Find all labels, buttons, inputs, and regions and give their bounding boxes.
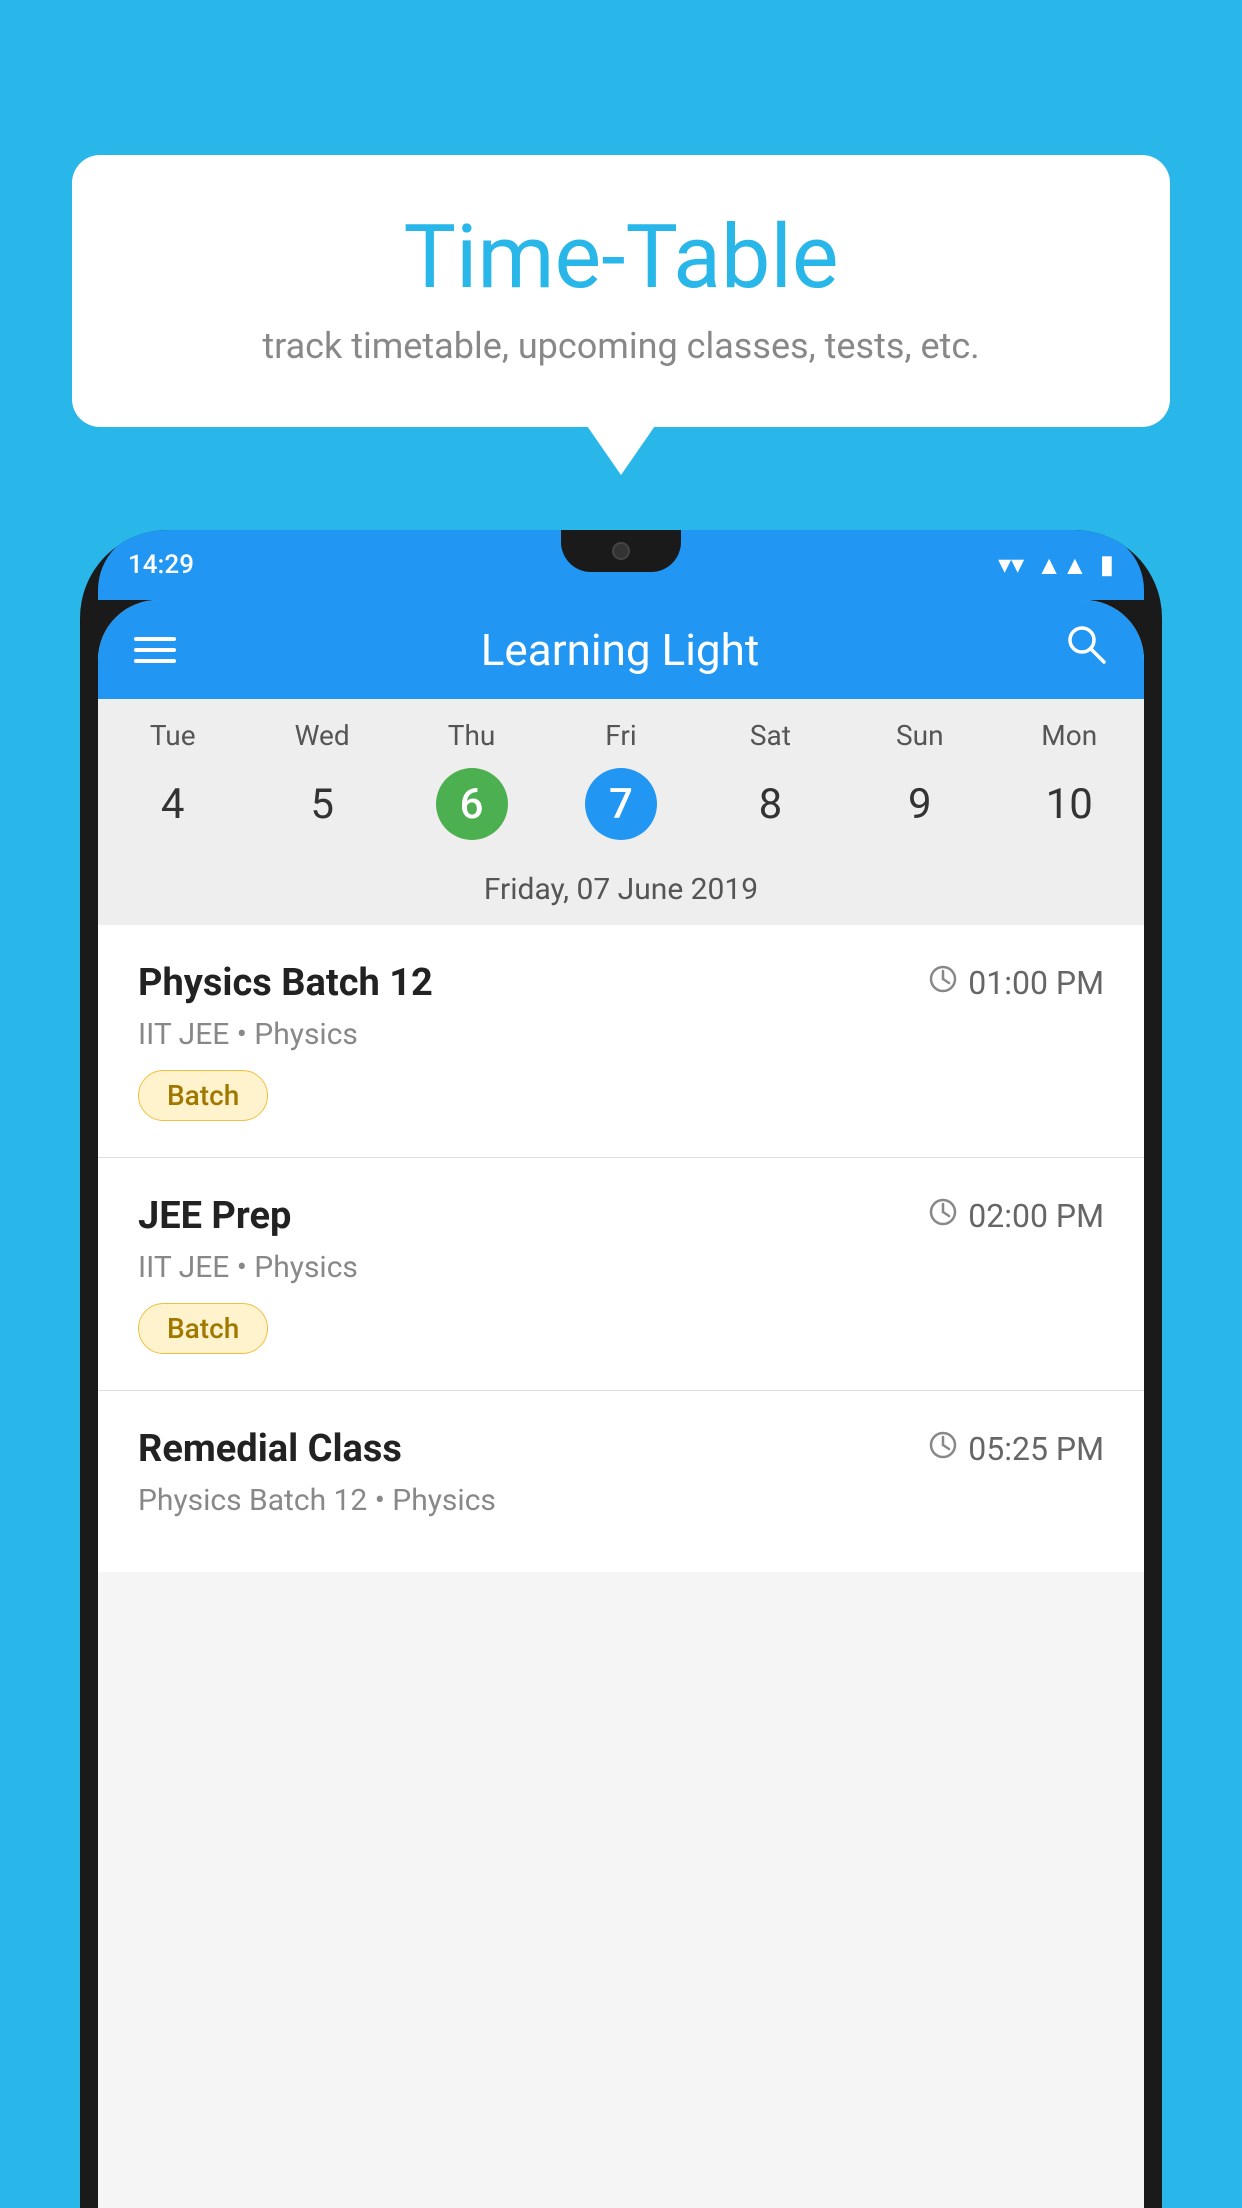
day-header-fri: Fri [546,719,695,752]
class-item-3-subtitle: Physics Batch 12 • Physics [138,1483,1104,1518]
status-icons: ▾▾ ▲▲ ▮ [998,550,1114,581]
class-item-2-time: 02:00 PM [928,1197,1104,1235]
clock-icon-3 [928,1430,958,1468]
class-item-1-time: 01:00 PM [928,964,1104,1002]
day-header-sun: Sun [845,719,994,752]
class-item-3-title: Remedial Class [138,1427,402,1471]
day-header-thu: Thu [397,719,546,752]
app-header: Learning Light [98,600,1144,699]
day-6-today-circle: 6 [436,768,508,840]
day-4[interactable]: 4 [98,768,247,840]
day-7[interactable]: 7 [546,768,695,840]
speech-bubble: Time-Table track timetable, upcoming cla… [72,155,1170,427]
day-header-row: Tue Wed Thu Fri Sat Sun Mon [98,699,1144,760]
class-item-2-title: JEE Prep [138,1194,291,1238]
day-8[interactable]: 8 [696,768,845,840]
class-item-1-title: Physics Batch 12 [138,961,433,1005]
day-header-sat: Sat [696,719,845,752]
class-item-3-time-text: 05:25 PM [968,1430,1104,1468]
class-item-1-time-text: 01:00 PM [968,964,1104,1002]
class-item-1-header: Physics Batch 12 01:00 PM [138,961,1104,1005]
day-header-wed: Wed [247,719,396,752]
calendar-section: Tue Wed Thu Fri Sat Sun Mon 4 5 6 7 8 9 [98,699,1144,925]
search-button[interactable] [1064,622,1108,677]
class-item-2-header: JEE Prep 02:00 PM [138,1194,1104,1238]
day-5[interactable]: 5 [247,768,396,840]
class-item-3-header: Remedial Class 05:25 PM [138,1427,1104,1471]
class-item-2-batch-tag: Batch [138,1303,268,1354]
clock-icon-1 [928,964,958,1002]
day-6[interactable]: 6 [397,768,546,840]
phone-frame: 14:29 ▾▾ ▲▲ ▮ Learning Light [80,530,1162,2208]
signal-icon: ▲▲ [1036,550,1087,581]
class-list: Physics Batch 12 01:00 PM IIT JEE • Phys… [98,925,1144,1572]
clock-icon-2 [928,1197,958,1235]
day-header-tue: Tue [98,719,247,752]
battery-icon: ▮ [1100,550,1114,580]
status-time: 14:29 [128,550,194,580]
app-title: Learning Light [481,624,760,676]
phone-screen: Learning Light Tue Wed Thu Fri Sat Sun M… [98,600,1144,2208]
class-item-2[interactable]: JEE Prep 02:00 PM IIT JEE • Physics [98,1158,1144,1391]
day-7-selected-circle: 7 [585,768,657,840]
day-number-row: 4 5 6 7 8 9 10 [98,760,1144,860]
class-item-2-time-text: 02:00 PM [968,1197,1104,1235]
hamburger-menu-button[interactable] [134,637,176,663]
camera-dot [612,542,630,560]
class-item-3-time: 05:25 PM [928,1430,1104,1468]
class-item-1-batch-tag: Batch [138,1070,268,1121]
bubble-subtitle: track timetable, upcoming classes, tests… [132,325,1110,367]
day-header-mon: Mon [995,719,1144,752]
class-item-1[interactable]: Physics Batch 12 01:00 PM IIT JEE • Phys… [98,925,1144,1158]
day-10[interactable]: 10 [995,768,1144,840]
phone-notch [561,530,681,572]
class-item-3[interactable]: Remedial Class 05:25 PM Physics Batch 12… [98,1391,1144,1572]
class-item-2-subtitle: IIT JEE • Physics [138,1250,1104,1285]
wifi-icon: ▾▾ [998,550,1024,580]
class-item-1-subtitle: IIT JEE • Physics [138,1017,1104,1052]
bubble-title: Time-Table [132,210,1110,307]
day-9[interactable]: 9 [845,768,994,840]
selected-date-label: Friday, 07 June 2019 [98,860,1144,925]
